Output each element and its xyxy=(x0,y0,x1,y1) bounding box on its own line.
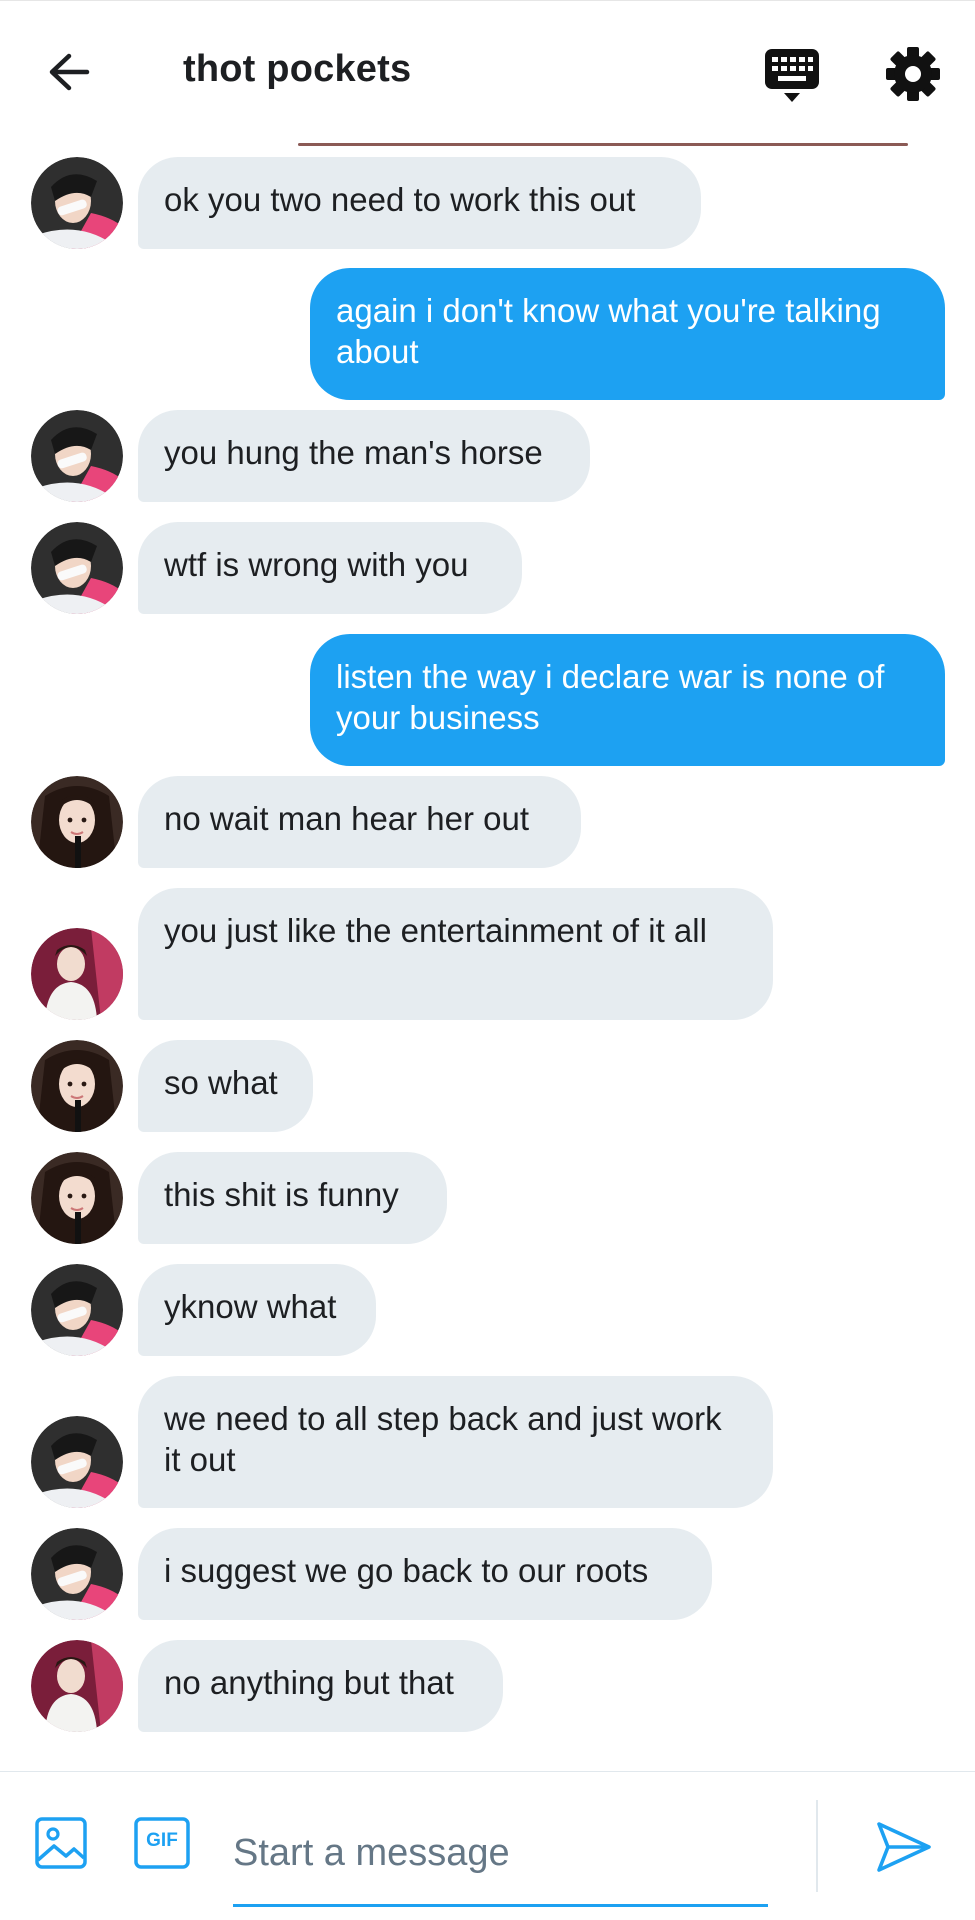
message-bubble[interactable]: we need to all step back and just work i… xyxy=(138,1376,773,1508)
back-button[interactable] xyxy=(44,49,94,99)
send-button[interactable] xyxy=(875,1818,933,1876)
message-bubble[interactable]: so what xyxy=(138,1040,313,1132)
message-bubble[interactable]: no anything but that xyxy=(138,1640,503,1732)
settings-button[interactable] xyxy=(884,45,942,103)
message-bubble[interactable]: ok you two need to work this out xyxy=(138,157,701,249)
message-bubble[interactable]: again i don't know what you're talking a… xyxy=(310,268,945,400)
input-underline xyxy=(233,1904,768,1907)
message-input-wrapper xyxy=(233,1818,768,1908)
add-image-button[interactable] xyxy=(34,1816,88,1870)
conversation-header: thot pockets xyxy=(0,0,975,146)
message-bubble[interactable]: you just like the entertainment of it al… xyxy=(138,888,773,1020)
avatar[interactable] xyxy=(31,410,123,502)
message-bubble[interactable]: yknow what xyxy=(138,1264,376,1356)
dm-conversation-screen: thot pockets ok you two need to work thi… xyxy=(0,0,975,1920)
message-input[interactable] xyxy=(233,1818,768,1888)
avatar[interactable] xyxy=(31,1416,123,1508)
avatar[interactable] xyxy=(31,157,123,249)
avatar[interactable] xyxy=(31,1640,123,1732)
add-gif-button[interactable]: GIF xyxy=(134,1816,190,1870)
avatar[interactable] xyxy=(31,1528,123,1620)
conversation-title: thot pockets xyxy=(183,48,412,90)
gif-label: GIF xyxy=(146,1830,178,1851)
keyboard-icon xyxy=(764,49,820,109)
message-bubble[interactable]: listen the way i declare war is none of … xyxy=(310,634,945,766)
composer-divider xyxy=(816,1800,818,1892)
avatar[interactable] xyxy=(31,1264,123,1356)
arrow-left-icon xyxy=(47,52,91,97)
message-bubble[interactable]: you hung the man's horse xyxy=(138,410,590,502)
avatar[interactable] xyxy=(31,776,123,868)
avatar[interactable] xyxy=(31,1040,123,1132)
send-icon xyxy=(875,1822,933,1880)
message-bubble[interactable]: this shit is funny xyxy=(138,1152,447,1244)
header-divider xyxy=(298,143,908,146)
image-icon xyxy=(34,1817,88,1874)
avatar[interactable] xyxy=(31,928,123,1020)
gear-icon xyxy=(884,47,942,107)
keyboard-toggle-button[interactable] xyxy=(764,47,820,105)
avatar[interactable] xyxy=(31,522,123,614)
message-bubble[interactable]: wtf is wrong with you xyxy=(138,522,522,614)
gif-icon xyxy=(134,1817,190,1874)
message-bubble[interactable]: no wait man hear her out xyxy=(138,776,581,868)
message-bubble[interactable]: i suggest we go back to our roots xyxy=(138,1528,712,1620)
avatar[interactable] xyxy=(31,1152,123,1244)
